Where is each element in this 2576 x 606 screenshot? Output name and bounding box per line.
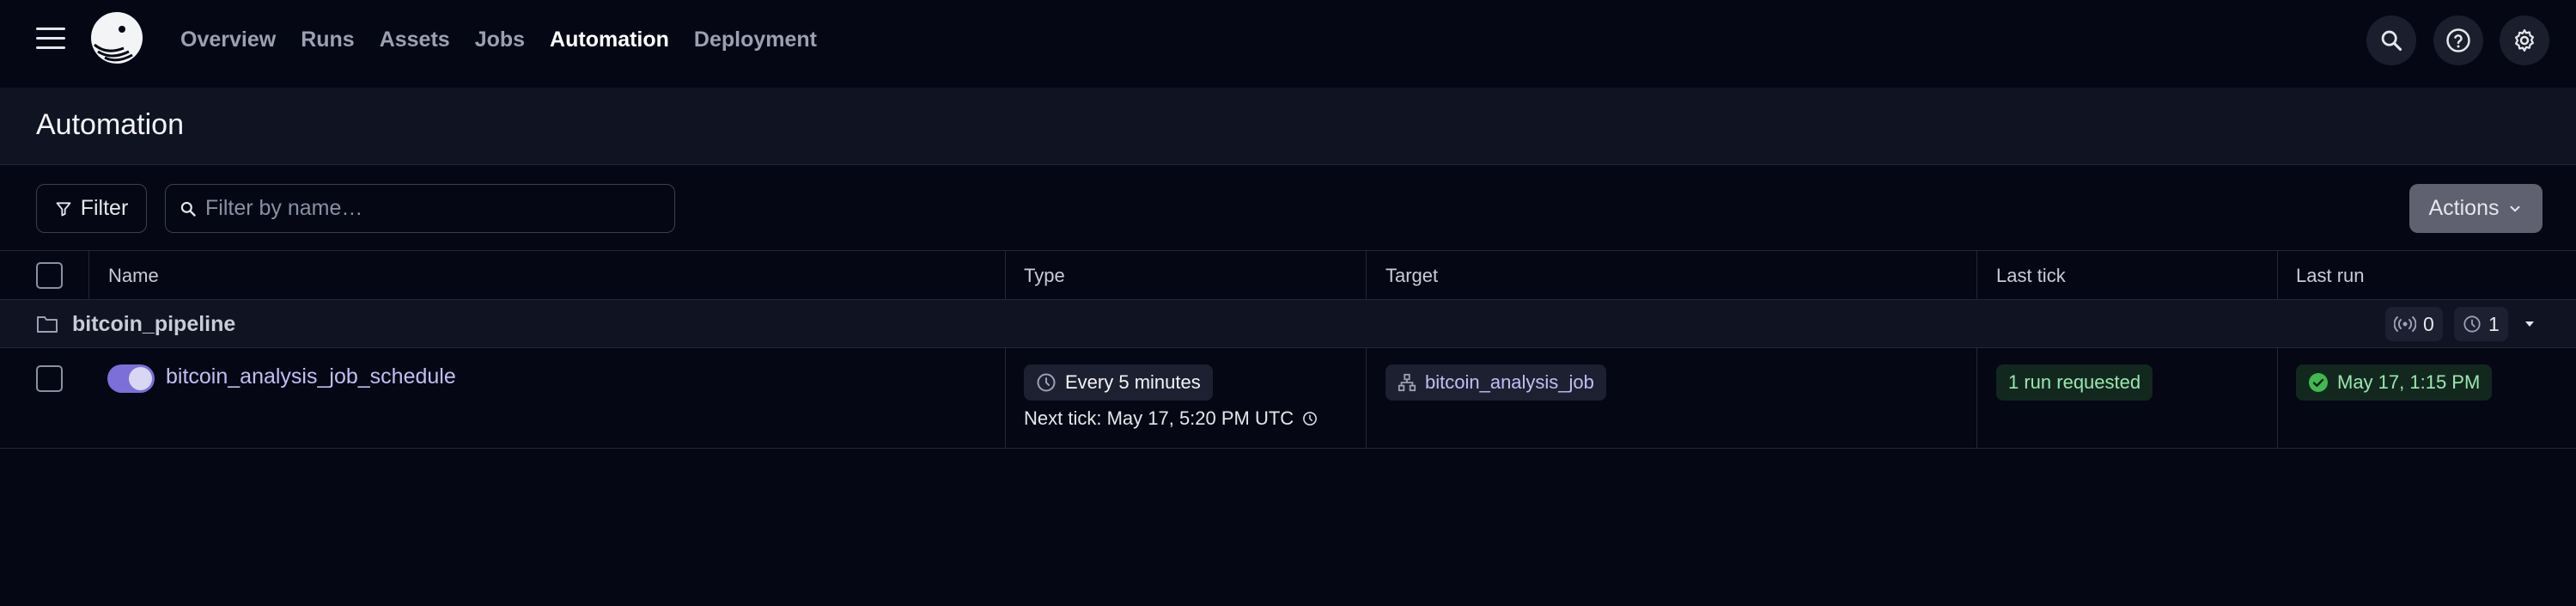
sensor-icon [2394,316,2416,332]
column-header-target[interactable]: Target [1385,251,1438,301]
chevron-down-icon [2511,205,2520,212]
column-header-type[interactable]: Type [1024,251,1065,301]
column-divider [88,250,89,300]
top-navigation: Overview Runs Assets Jobs Automation Dep… [0,0,2576,79]
sensor-count-badge: 0 [2385,307,2443,341]
search-icon [2381,30,2402,52]
main-nav: Overview Runs Assets Jobs Automation Dep… [180,0,817,79]
filter-button[interactable]: Filter [36,184,147,233]
actions-button-label: Actions [2428,196,2500,220]
next-tick: Next tick: May 17, 5:20 PM UTC [1024,407,1318,430]
last-tick-label: 1 run requested [2008,371,2141,393]
nav-runs[interactable]: Runs [301,28,355,52]
schedule-type-label: Every 5 minutes [1065,371,1201,393]
clock-icon [1037,373,1056,392]
caret-down-icon[interactable] [2524,318,2536,330]
toolbar: Filter Actions [0,166,2576,250]
schedule-toggle[interactable] [107,364,155,393]
group-row[interactable]: bitcoin_pipeline 0 1 [0,300,2576,348]
column-header-last-run[interactable]: Last run [2296,251,2365,301]
table-header: Name Type Target Last tick Last run [0,250,2576,300]
search-field[interactable] [165,184,675,233]
schedule-count-badge: 1 [2454,307,2508,341]
group-name: bitcoin_pipeline [72,311,236,336]
help-button[interactable] [2433,15,2483,65]
filter-button-label: Filter [80,196,129,220]
timezone-clock-icon[interactable] [1302,411,1318,426]
sensor-count: 0 [2423,312,2434,335]
next-tick-text: Next tick: May 17, 5:20 PM UTC [1024,407,1294,429]
column-header-last-tick[interactable]: Last tick [1996,251,2066,301]
last-run-badge[interactable]: May 17, 1:15 PM [2296,364,2493,401]
target-job-label: bitcoin_analysis_job [1425,371,1594,393]
schedule-name-link[interactable]: bitcoin_analysis_job_schedule [166,364,456,389]
folder-icon [37,316,58,333]
schedule-count: 1 [2488,312,2500,335]
nav-automation[interactable]: Automation [550,28,669,52]
help-icon [2446,28,2470,52]
nav-jobs[interactable]: Jobs [475,28,525,52]
toggle-knob [129,367,152,390]
nav-deployment[interactable]: Deployment [694,28,817,52]
last-run-label: May 17, 1:15 PM [2337,371,2481,393]
success-check-icon [2309,373,2328,392]
target-job-link[interactable]: bitcoin_analysis_job [1385,364,1606,401]
job-icon [1398,373,1416,392]
actions-button[interactable]: Actions [2409,184,2543,233]
select-all-checkbox[interactable] [36,262,63,289]
dagster-logo[interactable] [89,10,144,65]
settings-button[interactable] [2500,15,2549,65]
last-tick-badge[interactable]: 1 run requested [1996,364,2153,401]
table-row [0,348,2576,449]
clock-icon [2463,315,2481,333]
filter-icon [56,201,71,216]
nav-assets[interactable]: Assets [380,28,450,52]
nav-overview[interactable]: Overview [180,28,276,52]
search-icon [180,201,196,217]
page-header: Automation [0,88,2576,165]
search-button[interactable] [2366,15,2416,65]
column-header-name[interactable]: Name [108,251,159,301]
page-title: Automation [36,108,184,141]
menu-icon[interactable] [36,28,65,52]
search-input[interactable] [205,196,652,221]
row-checkbox[interactable] [36,365,63,392]
gear-icon [2515,29,2534,52]
schedule-type-badge: Every 5 minutes [1024,364,1213,401]
